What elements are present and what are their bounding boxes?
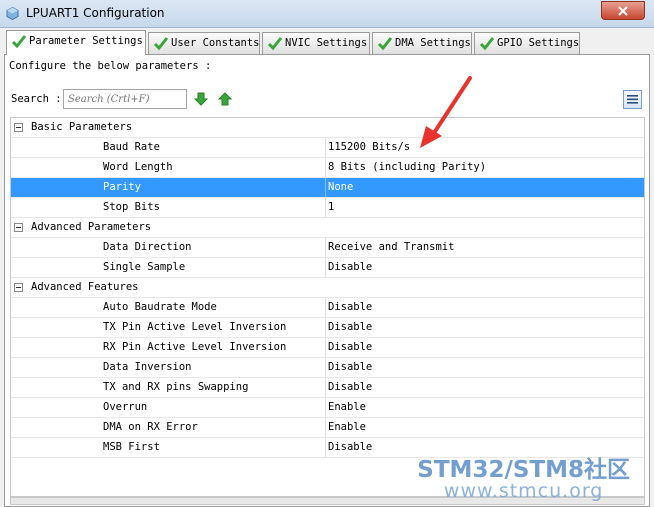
parameter-name: Data Direction [103,241,192,253]
app-cube-icon [6,7,19,20]
parameter-value[interactable]: Disable [328,341,372,353]
parameter-value[interactable]: None [328,181,353,193]
red-annotation-arrow [420,76,472,148]
tab-parameter-settings[interactable]: Parameter Settings [6,30,146,55]
search-input[interactable] [63,89,187,109]
column-divider [325,358,326,377]
parameter-value[interactable]: Disable [328,261,372,273]
check-icon [267,37,283,51]
parameter-value[interactable]: Disable [328,301,372,313]
check-icon [479,37,495,51]
parameter-name: TX Pin Active Level Inversion [103,321,287,333]
parameter-row-baud-rate[interactable]: Baud Rate 115200 Bits/s [11,138,644,158]
check-icon [377,37,393,51]
check-icon [11,35,27,49]
parameter-name: Baud Rate [103,141,160,153]
parameter-value[interactable]: Enable [328,401,366,413]
parameter-value[interactable]: Disable [328,361,372,373]
group-label: Basic Parameters [31,121,133,133]
column-divider [325,378,326,397]
parameter-value[interactable]: Enable [328,421,366,433]
parameter-name: Overrun [103,401,148,413]
parameter-value[interactable]: Disable [328,321,372,333]
parameter-name: Single Sample [103,261,186,273]
parameter-row-stop-bits[interactable]: Stop Bits 1 [11,198,644,218]
tab-label: User Constants [171,37,260,49]
parameter-row-parity[interactable]: Parity None [11,178,644,198]
column-divider [325,158,326,177]
parameter-row-auto-baudrate-mode[interactable]: Auto Baudrate Mode Disable [11,298,644,318]
column-divider [325,418,326,437]
check-icon [153,37,169,51]
parameter-row-rx-pin-inversion[interactable]: RX Pin Active Level Inversion Disable [11,338,644,358]
parameter-settings-panel: Configure the below parameters : Search … [4,54,650,507]
search-label: Search : [11,93,62,105]
group-row-advanced-parameters[interactable]: Advanced Parameters [11,218,644,238]
collapse-icon[interactable] [14,223,23,232]
instructions-text: Configure the below parameters : [9,60,212,72]
watermark-title: STM32/STM8社区 [417,457,630,483]
group-row-advanced-features[interactable]: Advanced Features [11,278,644,298]
parameter-name: Word Length [103,161,173,173]
close-button[interactable] [601,1,645,20]
parameter-name: RX Pin Active Level Inversion [103,341,287,353]
tab-label: DMA Settings [395,37,471,49]
watermark-subtitle: www.stmcu.org [443,480,604,502]
column-divider [325,338,326,357]
column-divider [325,178,326,197]
tab-gpio-settings[interactable]: GPIO Settings [474,32,580,54]
parameter-name: Parity [103,181,141,193]
column-divider [325,318,326,337]
parameter-row-data-inversion[interactable]: Data Inversion Disable [11,358,644,378]
parameter-name: Data Inversion [103,361,192,373]
tab-dma-settings[interactable]: DMA Settings [372,32,472,54]
parameter-row-single-sample[interactable]: Single Sample Disable [11,258,644,278]
column-divider [325,238,326,257]
parameter-name: MSB First [103,441,160,453]
collapse-icon[interactable] [14,283,23,292]
parameter-name: TX and RX pins Swapping [103,381,249,393]
parameter-row-data-direction[interactable]: Data Direction Receive and Transmit [11,238,644,258]
parameter-name: Auto Baudrate Mode [103,301,217,313]
group-label: Advanced Features [31,281,139,293]
parameter-row-tx-rx-swapping[interactable]: TX and RX pins Swapping Disable [11,378,644,398]
column-divider [325,138,326,157]
parameter-grid: Basic Parameters Baud Rate 115200 Bits/s… [10,117,645,497]
tab-label: NVIC Settings [285,37,368,49]
parameter-name: Stop Bits [103,201,160,213]
column-divider [325,198,326,217]
watermark: STM32/STM8社区 www.stmcu.org [417,450,630,502]
tab-label: GPIO Settings [497,37,580,49]
parameter-row-overrun[interactable]: Overrun Enable [11,398,644,418]
tab-label: Parameter Settings [29,35,143,47]
tab-nvic-settings[interactable]: NVIC Settings [262,32,370,54]
parameter-value[interactable]: Disable [328,381,372,393]
parameter-value[interactable]: 1 [328,201,334,213]
list-view-icon [627,95,638,104]
parameter-value[interactable]: Disable [328,441,372,453]
list-view-button[interactable] [623,90,642,109]
tab-user-constants[interactable]: User Constants [148,32,260,54]
column-divider [325,398,326,417]
parameter-row-tx-pin-inversion[interactable]: TX Pin Active Level Inversion Disable [11,318,644,338]
group-label: Advanced Parameters [31,221,152,233]
group-row-basic-parameters[interactable]: Basic Parameters [11,118,644,138]
parameter-row-dma-on-rx-error[interactable]: DMA on RX Error Enable [11,418,644,438]
parameter-name: DMA on RX Error [103,421,198,433]
title-bar: LPUART1 Configuration [0,0,654,28]
close-icon [618,6,628,16]
column-divider [325,438,326,457]
search-next-arrow-down-icon[interactable] [193,91,209,107]
parameter-value[interactable]: 8 Bits (including Parity) [328,161,486,173]
search-previous-arrow-up-icon[interactable] [217,91,233,107]
window-title: LPUART1 Configuration [26,6,165,20]
parameter-value[interactable]: 115200 Bits/s [328,141,410,153]
parameter-row-word-length[interactable]: Word Length 8 Bits (including Parity) [11,158,644,178]
column-divider [325,298,326,317]
collapse-icon[interactable] [14,123,23,132]
parameter-value[interactable]: Receive and Transmit [328,241,454,253]
column-divider [325,258,326,277]
